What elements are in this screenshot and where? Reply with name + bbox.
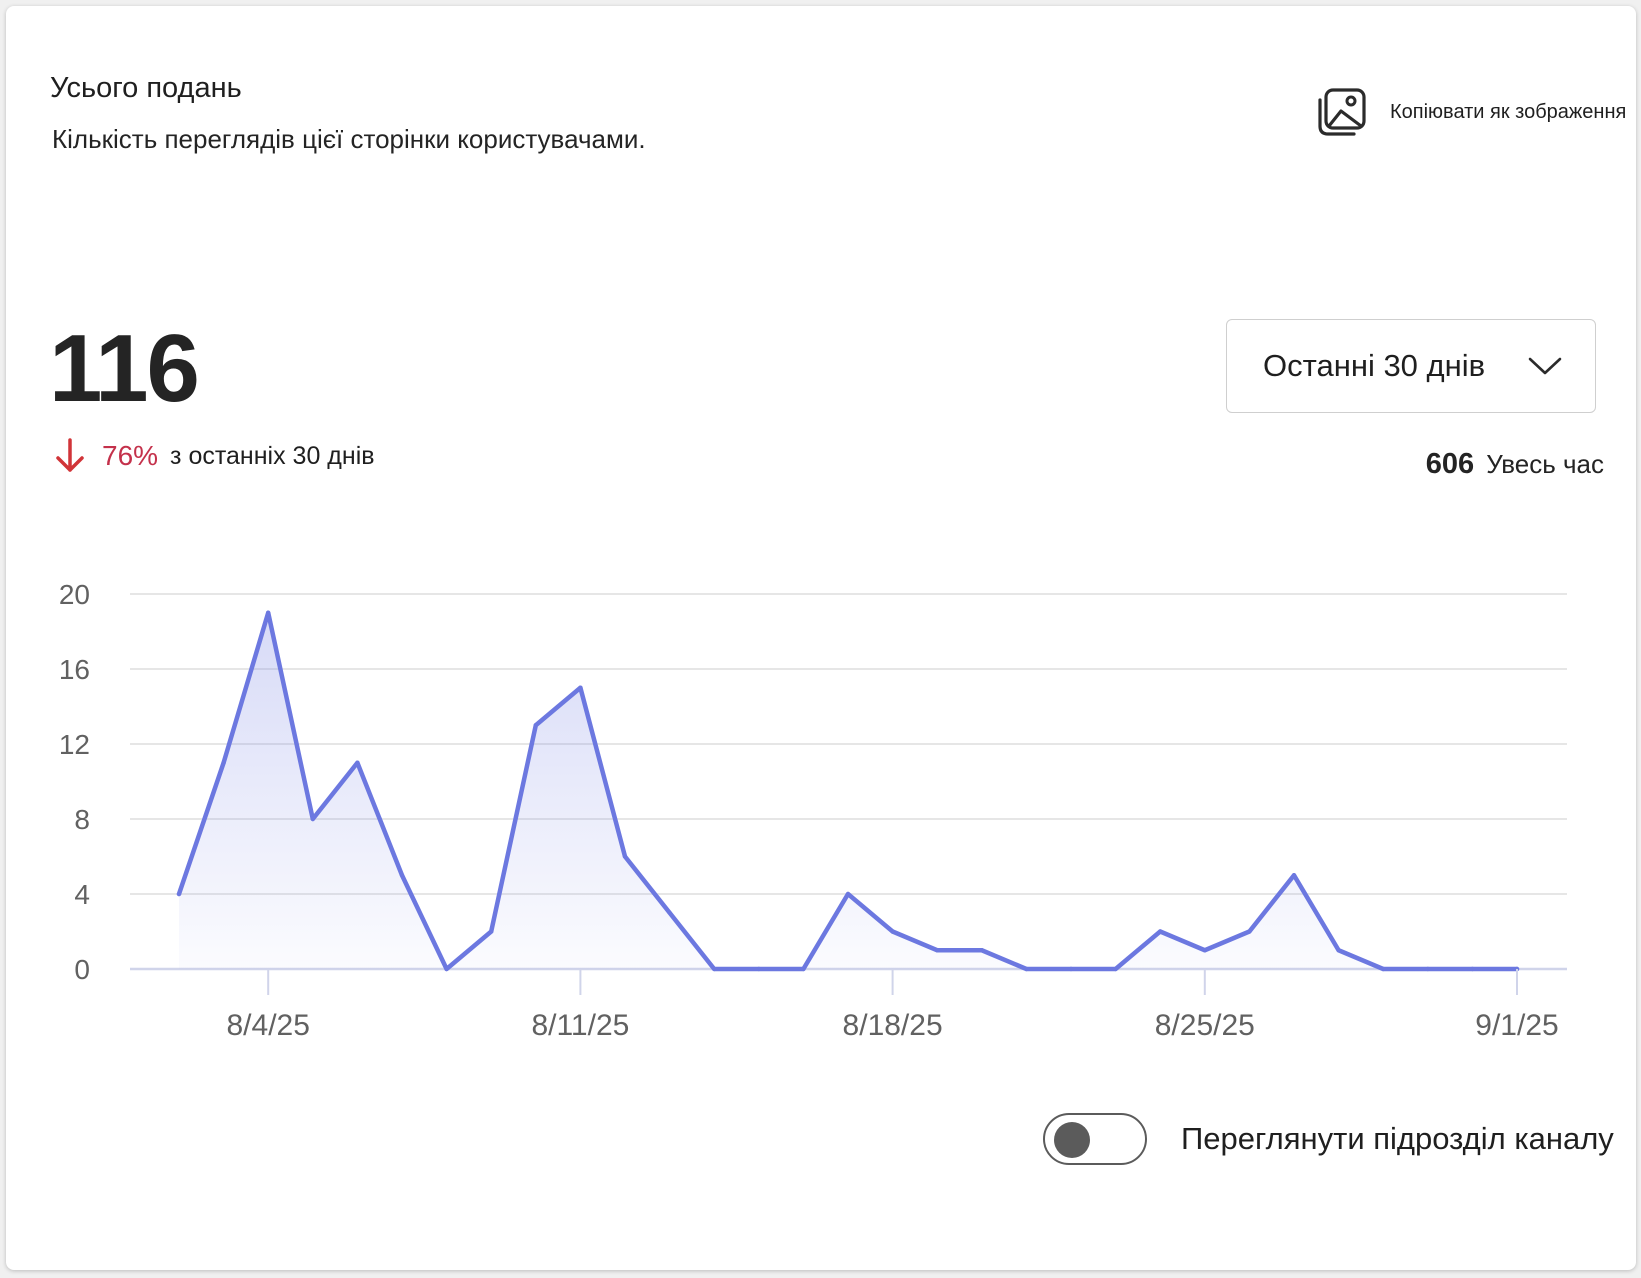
trend-percentage: 76% bbox=[102, 440, 159, 471]
toggle-knob bbox=[1054, 1122, 1090, 1158]
copy-as-image-label: Копіювати як зображення bbox=[1390, 100, 1627, 123]
total-submissions-value: 116 bbox=[49, 315, 200, 422]
toggle-label: Переглянути підрозділ каналу bbox=[1181, 1121, 1614, 1156]
all-time-value: 606 bbox=[1425, 448, 1475, 480]
trend-period-text: з останніх 30 днів bbox=[170, 441, 375, 470]
all-time-summary: 606 Увесь час bbox=[1426, 448, 1604, 481]
trend-indicator: 76% з останніх 30 днів bbox=[54, 436, 375, 476]
toggle-track[interactable] bbox=[1043, 1113, 1147, 1165]
card-title: Усього подань bbox=[50, 72, 242, 104]
chevron-down-icon bbox=[1528, 357, 1562, 375]
submissions-card: Усього подань Кількість переглядів цієї … bbox=[6, 6, 1636, 1270]
date-range-dropdown[interactable]: Останні 30 днів bbox=[1226, 319, 1596, 413]
all-time-label: Увесь час bbox=[1486, 449, 1604, 479]
arrow-down-icon bbox=[56, 438, 84, 472]
image-copy-icon bbox=[1318, 88, 1366, 136]
date-range-selected: Останні 30 днів bbox=[1263, 348, 1486, 383]
card-subtitle: Кількість переглядів цієї сторінки корис… bbox=[52, 124, 646, 154]
channel-breakdown-toggle[interactable]: Переглянути підрозділ каналу bbox=[1043, 1113, 1614, 1165]
copy-as-image-button[interactable]: Копіювати як зображення bbox=[1316, 84, 1626, 140]
